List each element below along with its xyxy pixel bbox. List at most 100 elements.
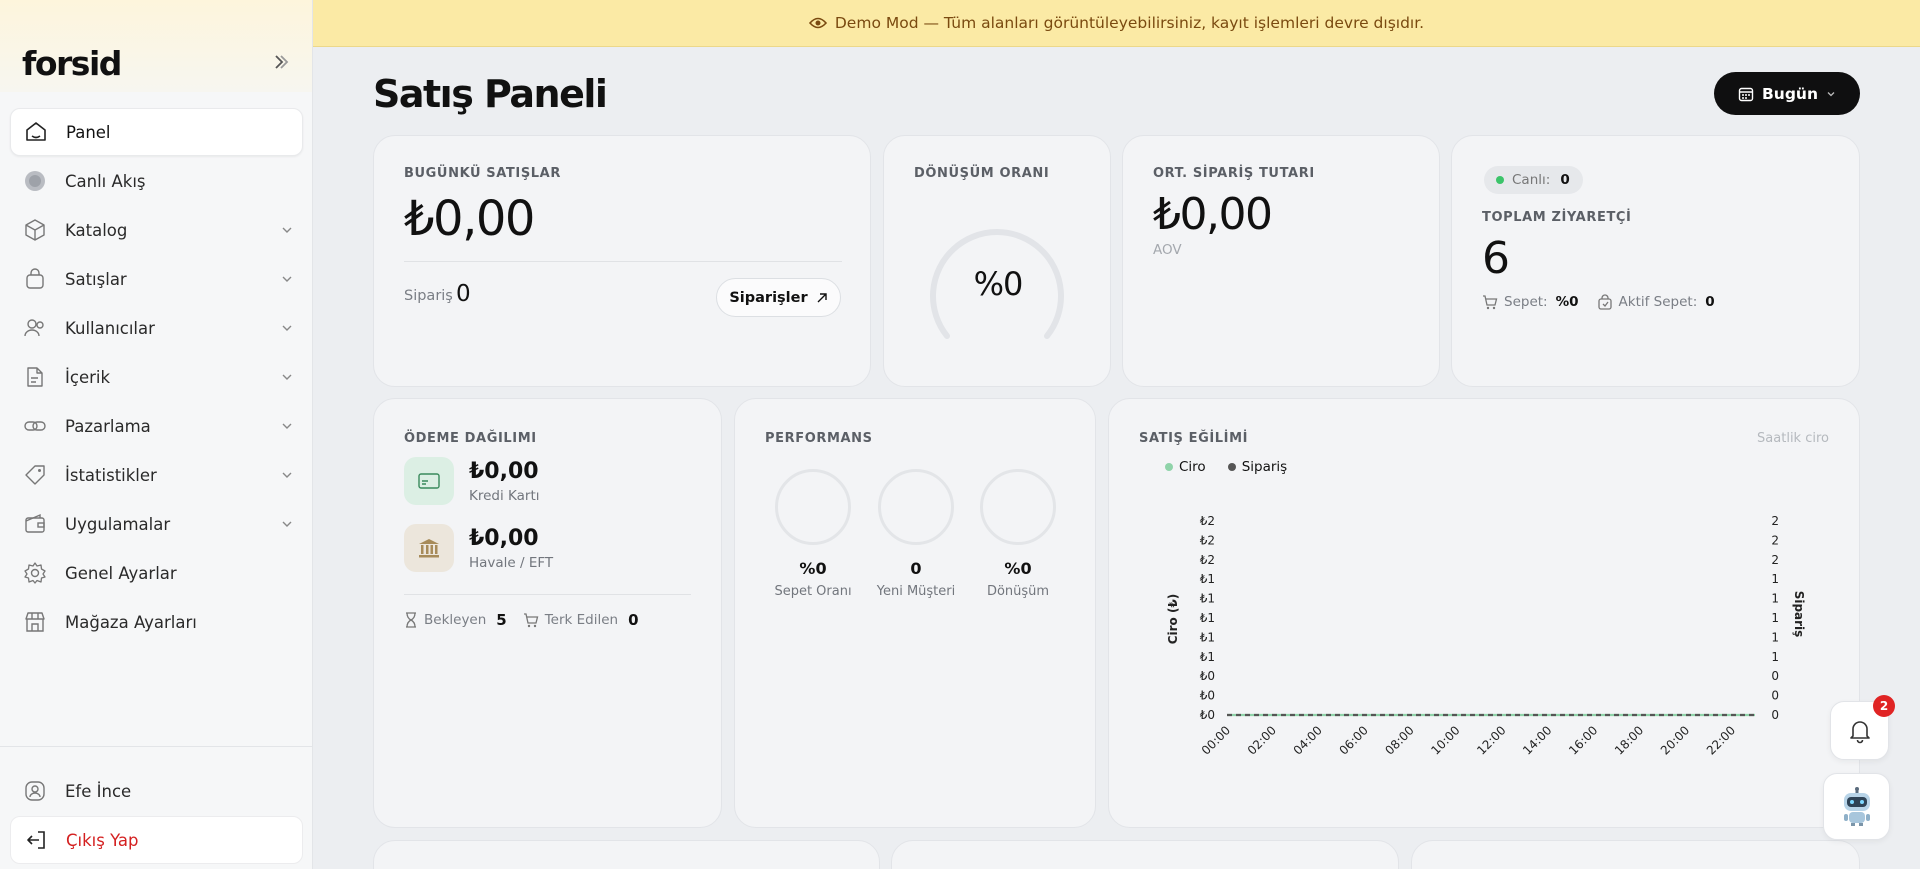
orders-label: Sipariş (404, 288, 453, 304)
home-icon (23, 119, 49, 145)
performance-ring (980, 469, 1056, 545)
y2-tick-label: 1 (1771, 611, 1779, 625)
y-tick-label: ₺2 (1200, 553, 1215, 567)
sidebar-item-katalog[interactable]: Katalog (10, 206, 303, 254)
chevron-down-icon (282, 374, 292, 380)
y-tick-label: ₺2 (1200, 533, 1215, 547)
sidebar-item-satislar[interactable]: Satışlar (10, 255, 303, 303)
wallet-icon (22, 511, 48, 537)
user-name: Efe İnce (65, 781, 132, 801)
tag-icon (22, 462, 48, 488)
chevron-down-icon (1827, 91, 1835, 96)
store-icon (22, 609, 48, 635)
payment-amount: ₺0,00 (469, 459, 539, 484)
y2-axis-label: Sipariş (1792, 591, 1806, 638)
sidebar-item-genel-ayarlar[interactable]: Genel Ayarlar (10, 549, 303, 597)
x-tick-label: 06:00 (1336, 723, 1370, 757)
dashboard-card (891, 840, 1399, 869)
sidebar-item-label: Katalog (65, 220, 128, 240)
y-tick-label: ₺0 (1200, 669, 1215, 683)
x-tick-label: 14:00 (1520, 723, 1554, 757)
y2-tick-label: 2 (1771, 553, 1779, 567)
y2-tick-label: 1 (1771, 592, 1779, 606)
performance-item: 0 Yeni Müşteri (876, 469, 956, 599)
x-tick-label: 00:00 (1199, 723, 1233, 757)
aov-card: ORT. SİPARİŞ TUTARI ₺0,00 AOV (1122, 135, 1440, 387)
cart-value: %0 (1555, 294, 1579, 310)
y-tick-label: ₺1 (1200, 650, 1215, 664)
performance-value: 0 (910, 559, 922, 578)
sidebar-nav: Panel Canlı Akış Katalog Satışlar Kullan… (10, 108, 303, 647)
conversion-value: %0 (973, 265, 1024, 303)
y2-tick-label: 0 (1771, 669, 1779, 683)
dashboard-card (1411, 840, 1860, 869)
payment-name: Havale / EFT (469, 555, 554, 571)
performance-label: Sepet Oranı (774, 584, 852, 599)
y-tick-label: ₺0 (1200, 689, 1215, 703)
sidebar-item-canli-akis[interactable]: Canlı Akış (10, 157, 303, 205)
notifications-button[interactable]: 2 (1830, 695, 1895, 760)
sidebar-item-label: Genel Ayarlar (65, 563, 177, 583)
x-tick-label: 18:00 (1612, 723, 1646, 757)
y-tick-label: ₺2 (1200, 514, 1215, 528)
link-icon (22, 413, 48, 439)
performance-ring (878, 469, 954, 545)
bag-icon (1597, 294, 1612, 310)
x-tick-label: 12:00 (1474, 723, 1508, 757)
performance-card: PERFORMANS %0 Sepet Oranı 0 Yeni Müşteri… (734, 398, 1096, 828)
date-filter-label: Bugün (1761, 84, 1818, 103)
assistant-bot-button[interactable] (1823, 773, 1890, 840)
sidebar-item-label: İçerik (65, 367, 111, 387)
conversion-card: DÖNÜŞÜM ORANI %0 (883, 135, 1111, 387)
card-label: ÖDEME DAĞILIMI (404, 431, 537, 446)
users-icon (22, 315, 48, 341)
chevron-down-icon (282, 521, 292, 527)
chevron-down-icon (282, 325, 292, 331)
abandoned-label: Terk Edilen (544, 612, 619, 628)
x-tick-label: 10:00 (1428, 723, 1462, 757)
y-tick-label: ₺0 (1200, 708, 1215, 722)
sidebar-item-magaza-ayarlari[interactable]: Mağaza Ayarları (10, 598, 303, 646)
payment-method-row: ₺0,00 Havale / EFT (404, 524, 704, 574)
orders-button[interactable]: Siparişler (716, 278, 841, 317)
sidebar-item-icerik[interactable]: İçerik (10, 353, 303, 401)
performance-item: %0 Sepet Oranı (773, 469, 853, 599)
sidebar-item-panel[interactable]: Panel (10, 108, 303, 156)
gear-icon (22, 560, 48, 586)
payment-name: Kredi Kartı (469, 488, 540, 504)
aov-value: ₺0,00 (1153, 189, 1273, 240)
sidebar-item-istatistikler[interactable]: İstatistikler (10, 451, 303, 499)
logo[interactable]: forsid (22, 44, 122, 83)
payments-card: ÖDEME DAĞILIMI ₺0,00 Kredi Kartı ₺0,00 H… (373, 398, 722, 828)
sidebar-item-label: Panel (66, 122, 111, 142)
payment-method-row: ₺0,00 Kredi Kartı (404, 457, 704, 507)
bell-icon (1849, 720, 1870, 743)
chevron-down-icon (282, 276, 292, 282)
chevron-down-icon (282, 423, 292, 429)
y2-tick-label: 0 (1771, 708, 1779, 722)
performance-item: %0 Dönüşüm (978, 469, 1058, 599)
sidebar-header: forsid (0, 0, 312, 92)
x-tick-label: 04:00 (1291, 723, 1325, 757)
cart-stats: Sepet: %0 Aktif Sepet: 0 (1482, 294, 1715, 310)
y2-tick-label: 2 (1771, 514, 1779, 528)
card-label: ORT. SİPARİŞ TUTARI (1153, 166, 1315, 181)
sidebar-item-uygulamalar[interactable]: Uygulamalar (10, 500, 303, 548)
bag-icon (22, 266, 48, 292)
document-icon (22, 364, 48, 390)
today-sales-value: ₺0,00 (404, 191, 535, 247)
collapse-sidebar-icon[interactable] (272, 52, 292, 72)
y2-tick-label: 0 (1771, 689, 1779, 703)
logout-button[interactable]: Çıkış Yap (10, 816, 303, 864)
user-profile[interactable]: Efe İnce (10, 767, 303, 815)
sidebar-item-label: Canlı Akış (65, 171, 146, 191)
sidebar-item-pazarlama[interactable]: Pazarlama (10, 402, 303, 450)
sidebar-item-kullanicilar[interactable]: Kullanıcılar (10, 304, 303, 352)
payment-amount: ₺0,00 (469, 526, 539, 551)
page-title: Satış Paneli (373, 72, 608, 116)
box-icon (22, 217, 48, 243)
sidebar-footer: Efe İnce Çıkış Yap (0, 746, 313, 865)
date-filter-button[interactable]: Bugün (1714, 72, 1860, 115)
performance-label: Yeni Müşteri (876, 584, 956, 599)
robot-icon (1843, 786, 1870, 826)
